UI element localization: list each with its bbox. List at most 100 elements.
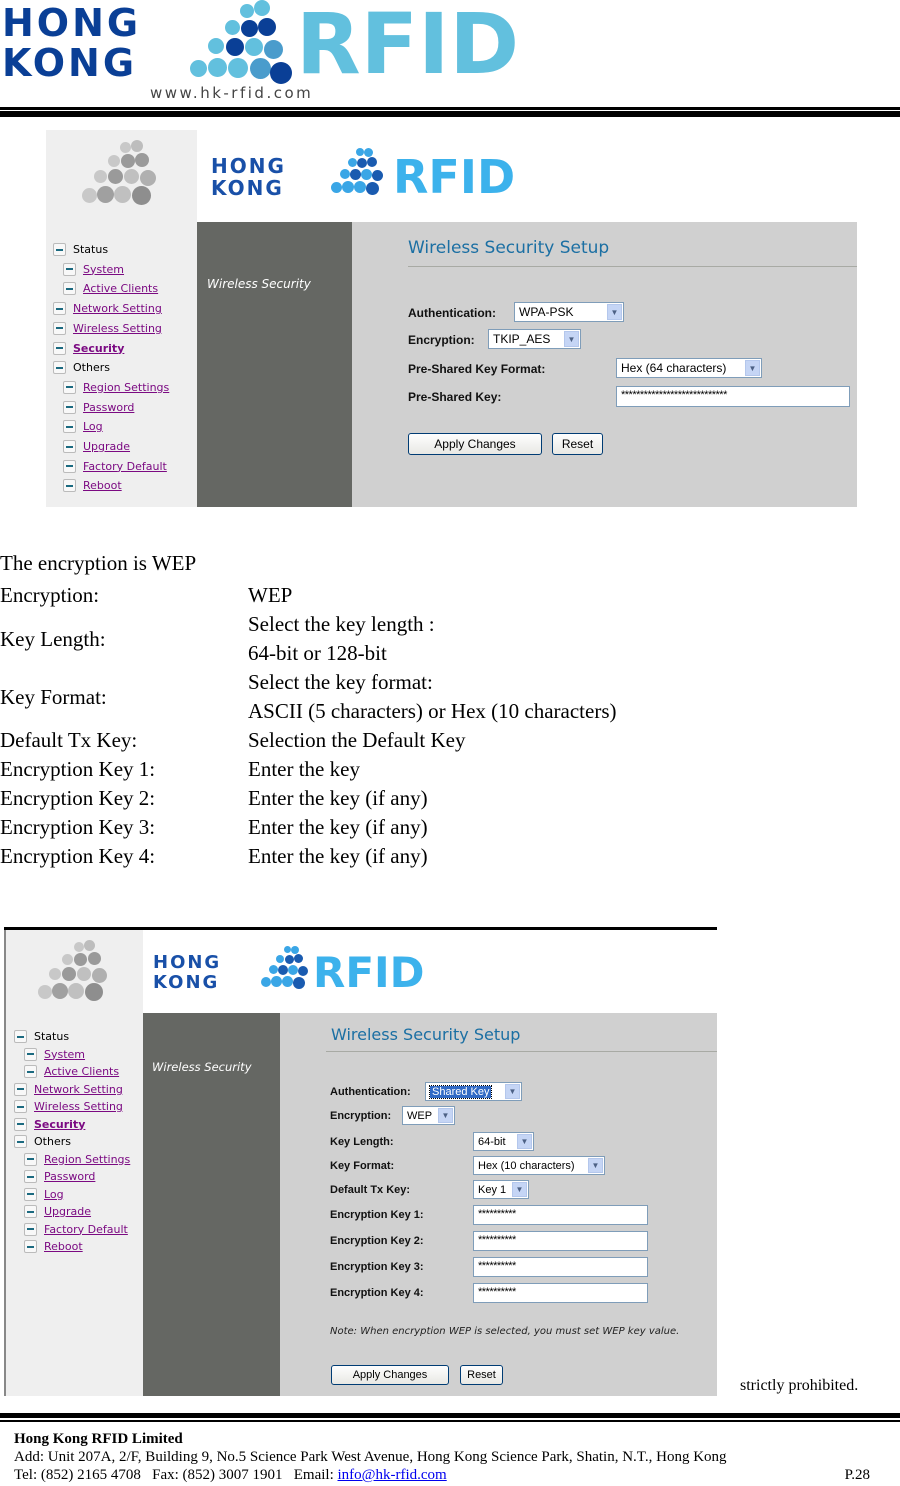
apply-changes-button[interactable]: Apply Changes <box>331 1365 449 1385</box>
email-link[interactable]: info@hk-rfid.com <box>338 1467 447 1483</box>
collapse-icon[interactable] <box>14 1082 27 1096</box>
sidebar-item-label[interactable]: Active Clients <box>44 1065 119 1078</box>
sidebar-item-wireless-setting[interactable]: Wireless Setting <box>53 321 162 335</box>
sidebar-item-system[interactable]: System <box>24 1047 85 1061</box>
chevron-down-icon[interactable]: ▼ <box>745 360 760 376</box>
encryption-select[interactable]: WEP ▼ <box>402 1106 455 1125</box>
sidebar-item-region-settings[interactable]: Region Settings <box>63 380 169 394</box>
sidebar-item-system[interactable]: System <box>63 262 124 276</box>
sidebar-item-log[interactable]: Log <box>24 1187 64 1201</box>
chevron-down-icon[interactable]: ▼ <box>588 1158 603 1173</box>
sidebar-item-label[interactable]: Region Settings <box>44 1153 130 1166</box>
sidebar-item-wireless-setting[interactable]: Wireless Setting <box>14 1100 123 1113</box>
sidebar-item-label[interactable]: Factory Default <box>44 1223 128 1236</box>
sidebar-item-label[interactable]: Password <box>83 401 134 414</box>
encryption-select[interactable]: TKIP_AES ▼ <box>488 329 581 349</box>
sidebar-item-security[interactable]: Security <box>53 341 124 355</box>
sidebar-item-label[interactable]: Log <box>83 420 103 433</box>
sidebar-item-upgrade[interactable]: Upgrade <box>24 1205 91 1218</box>
sidebar-item-label[interactable]: Wireless Setting <box>34 1100 123 1113</box>
authentication-select[interactable]: WPA-PSK ▼ <box>514 302 624 322</box>
key-format-select[interactable]: Hex (10 characters) ▼ <box>473 1156 605 1175</box>
sidebar-item-label[interactable]: Network Setting <box>73 302 162 315</box>
sidebar-item-label[interactable]: Security <box>73 342 124 355</box>
sidebar-item-label[interactable]: Upgrade <box>83 440 130 453</box>
sidebar-item-active-clients[interactable]: Active Clients <box>24 1065 119 1078</box>
sidebar-item-reboot[interactable]: Reboot <box>24 1240 83 1253</box>
psk-format-select[interactable]: Hex (64 characters) ▼ <box>616 358 762 378</box>
default-tx-key-select[interactable]: Key 1 ▼ <box>473 1180 529 1199</box>
collapse-icon[interactable] <box>24 1187 37 1201</box>
sidebar-item-region-settings[interactable]: Region Settings <box>24 1152 130 1166</box>
collapse-icon[interactable] <box>24 1222 37 1236</box>
collapse-icon[interactable] <box>14 1135 27 1148</box>
sidebar-item-label[interactable]: Reboot <box>83 479 122 492</box>
definition-description: ASCII (5 characters) or Hex (10 characte… <box>248 699 617 723</box>
collapse-icon[interactable] <box>24 1205 37 1218</box>
reset-button[interactable]: Reset <box>460 1365 503 1385</box>
collapse-icon[interactable] <box>53 302 66 316</box>
encryption-value: WEP <box>407 1109 433 1122</box>
encryption-key-4-input[interactable]: ********** <box>473 1283 648 1303</box>
collapse-icon[interactable] <box>24 1047 37 1061</box>
sidebar-item-log[interactable]: Log <box>63 420 103 434</box>
logo-text-rfid: RFID <box>296 0 520 93</box>
sidebar-item-label[interactable]: Region Settings <box>83 381 169 394</box>
collapse-icon[interactable] <box>14 1117 27 1131</box>
encryption-key-1-input[interactable]: ********** <box>473 1205 648 1225</box>
chevron-down-icon[interactable]: ▼ <box>438 1108 453 1123</box>
collapse-icon[interactable] <box>24 1170 37 1183</box>
chevron-down-icon[interactable]: ▼ <box>607 304 622 320</box>
sidebar-item-label[interactable]: Log <box>44 1188 64 1201</box>
collapse-icon[interactable] <box>63 380 76 394</box>
sidebar-item-label[interactable]: Security <box>34 1118 85 1131</box>
sidebar-item-label[interactable]: Factory Default <box>83 460 167 473</box>
encryption-key-3-input[interactable]: ********** <box>473 1257 648 1277</box>
collapse-icon[interactable] <box>63 420 76 434</box>
sidebar-item-label[interactable]: Password <box>44 1170 95 1183</box>
chevron-down-icon[interactable]: ▼ <box>564 331 579 347</box>
collapse-icon[interactable] <box>53 341 66 355</box>
sidebar-item-label[interactable]: Reboot <box>44 1240 83 1253</box>
collapse-icon[interactable] <box>63 282 76 296</box>
sidebar-item-label[interactable]: System <box>44 1048 85 1061</box>
sidebar-item-password[interactable]: Password <box>63 400 134 414</box>
sidebar-item-network-setting[interactable]: Network Setting <box>53 302 162 316</box>
sidebar-item-label[interactable]: Active Clients <box>83 282 158 295</box>
collapse-icon[interactable] <box>53 361 66 375</box>
sidebar-item-factory-default[interactable]: Factory Default <box>63 459 167 473</box>
collapse-icon[interactable] <box>14 1100 27 1113</box>
chevron-down-icon[interactable]: ▼ <box>517 1134 532 1149</box>
sidebar-item-security[interactable]: Security <box>14 1117 85 1131</box>
key-length-select[interactable]: 64-bit ▼ <box>473 1132 534 1151</box>
apply-changes-button[interactable]: Apply Changes <box>408 433 542 455</box>
sidebar-item-active-clients[interactable]: Active Clients <box>63 282 158 296</box>
collapse-icon[interactable] <box>24 1065 37 1078</box>
sidebar-item-label[interactable]: Wireless Setting <box>73 322 162 335</box>
sidebar-item-network-setting[interactable]: Network Setting <box>14 1082 123 1096</box>
psk-input[interactable]: **************************** <box>616 386 850 407</box>
sidebar-item-label[interactable]: Upgrade <box>44 1205 91 1218</box>
collapse-icon[interactable] <box>14 1030 27 1043</box>
authentication-select[interactable]: Shared Key ▼ <box>425 1082 522 1101</box>
sidebar-item-factory-default[interactable]: Factory Default <box>24 1222 128 1236</box>
collapse-icon[interactable] <box>63 440 76 453</box>
sidebar-item-password[interactable]: Password <box>24 1170 95 1183</box>
sidebar-item-upgrade[interactable]: Upgrade <box>63 440 130 453</box>
collapse-icon[interactable] <box>53 243 66 256</box>
collapse-icon[interactable] <box>53 321 66 335</box>
collapse-icon[interactable] <box>24 1152 37 1166</box>
sidebar-item-reboot[interactable]: Reboot <box>63 479 122 493</box>
copyright-text-fragment: strictly prohibited. <box>740 1377 859 1394</box>
chevron-down-icon[interactable]: ▼ <box>505 1084 520 1099</box>
collapse-icon[interactable] <box>63 262 76 276</box>
collapse-icon[interactable] <box>63 400 76 414</box>
sidebar-item-label[interactable]: System <box>83 263 124 276</box>
collapse-icon[interactable] <box>63 479 76 493</box>
sidebar-item-label[interactable]: Network Setting <box>34 1083 123 1096</box>
encryption-key-2-input[interactable]: ********** <box>473 1231 648 1251</box>
reset-button[interactable]: Reset <box>552 433 603 455</box>
collapse-icon[interactable] <box>63 459 76 473</box>
chevron-down-icon[interactable]: ▼ <box>512 1182 527 1197</box>
collapse-icon[interactable] <box>24 1240 37 1253</box>
